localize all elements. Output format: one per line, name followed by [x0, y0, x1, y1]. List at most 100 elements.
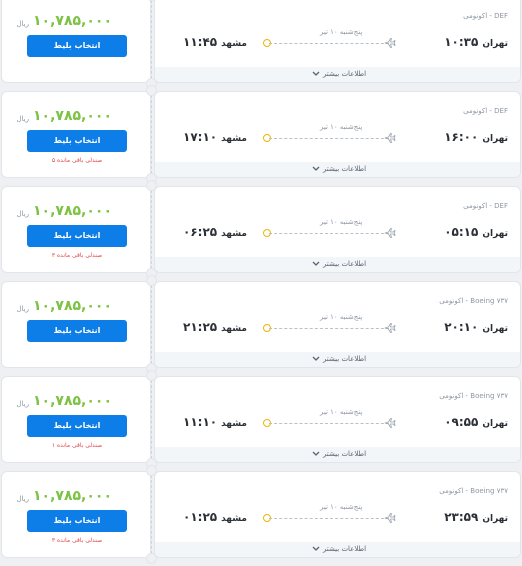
- departure: تهران۰۹:۵۵: [444, 415, 508, 429]
- route-line: [269, 43, 389, 44]
- arrival: مشهد۱۱:۴۵: [183, 35, 247, 49]
- flight-card: ریال ۱۰,۷۸۵,۰۰۰ انتخاب بلیط ۵ صندلی باقی…: [0, 85, 522, 184]
- arrival: مشهد۰۶:۲۵: [183, 225, 247, 239]
- select-ticket-button[interactable]: انتخاب بلیط: [27, 320, 127, 342]
- route-line: [269, 518, 389, 519]
- destination-city: مشهد: [221, 229, 247, 239]
- price-row: ریال ۱۰,۷۸۵,۰۰۰: [16, 294, 112, 314]
- flight-details[interactable]: Boeing ۷۳۷ - اکونومی تهران۰۹:۵۵ پنج‌شنبه…: [154, 376, 521, 463]
- aircraft-class: Boeing ۷۳۷ - اکونومی: [439, 487, 508, 495]
- ticket-price: ۱۰,۷۸۵,۰۰۰: [33, 298, 112, 314]
- route-line: [269, 233, 389, 234]
- price-panel: ریال ۱۰,۷۸۵,۰۰۰ انتخاب بلیط ۳ صندلی باقی…: [1, 186, 151, 273]
- more-info-toggle[interactable]: اطلاعات بیشتر: [155, 447, 520, 462]
- more-info-toggle[interactable]: اطلاعات بیشتر: [155, 67, 520, 82]
- flight-date: پنج‌شنبه ۱۰ تیر: [320, 313, 363, 321]
- select-ticket-button[interactable]: انتخاب بلیط: [27, 510, 127, 532]
- price-panel: ریال ۱۰,۷۸۵,۰۰۰ انتخاب بلیط ۱ صندلی باقی…: [1, 376, 151, 463]
- ticket-price: ۱۰,۷۸۵,۰۰۰: [33, 488, 112, 504]
- currency-label: ریال: [16, 210, 29, 218]
- flight-date: پنج‌شنبه ۱۰ تیر: [320, 408, 363, 416]
- aircraft-class: Boeing ۷۳۷ - اکونومی: [439, 392, 508, 400]
- arrival: مشهد۱۷:۱۰: [183, 130, 247, 144]
- remaining-seats: ۳ صندلی باقی مانده: [51, 537, 103, 544]
- flight-details[interactable]: Boeing ۷۳۷ - اکونومی تهران۲۰:۱۰ پنج‌شنبه…: [154, 281, 521, 368]
- select-ticket-button[interactable]: انتخاب بلیط: [27, 130, 127, 152]
- flight-date: پنج‌شنبه ۱۰ تیر: [320, 123, 363, 131]
- airplane-icon: [384, 228, 396, 238]
- currency-label: ریال: [16, 495, 29, 503]
- remaining-seats: ۱ صندلی باقی مانده: [51, 442, 103, 449]
- flight-card: ریال ۱۰,۷۸۵,۰۰۰ انتخاب بلیط ۱ صندلی باقی…: [0, 370, 522, 469]
- origin-city: تهران: [482, 134, 508, 144]
- departure: تهران۱۶:۰۰: [444, 130, 508, 144]
- select-ticket-button[interactable]: انتخاب بلیط: [27, 225, 127, 247]
- departure-time: ۰۵:۱۵: [444, 225, 479, 239]
- origin-city: تهران: [482, 514, 508, 524]
- departure: تهران۲۰:۱۰: [444, 320, 508, 334]
- origin-city: تهران: [482, 39, 508, 49]
- currency-label: ریال: [16, 20, 29, 28]
- aircraft-class: DEF - اکونومی: [463, 202, 508, 210]
- flight-details[interactable]: DEF - اکونومی تهران۰۵:۱۵ پنج‌شنبه ۱۰ تیر…: [154, 186, 521, 273]
- departure-time: ۲۳:۵۹: [444, 510, 479, 524]
- more-info-label: اطلاعات بیشتر: [322, 165, 367, 173]
- select-ticket-button[interactable]: انتخاب بلیط: [27, 415, 127, 437]
- airplane-icon: [384, 513, 396, 523]
- route-line: [269, 138, 389, 139]
- more-info-label: اطلاعات بیشتر: [322, 450, 367, 458]
- flight-card: ریال ۱۰,۷۸۵,۰۰۰ انتخاب بلیط ۳ صندلی باقی…: [0, 180, 522, 279]
- flight-details[interactable]: Boeing ۷۳۷ - اکونومی تهران۲۳:۵۹ پنج‌شنبه…: [154, 471, 521, 558]
- origin-city: تهران: [482, 229, 508, 239]
- arrival-time: ۰۶:۲۵: [183, 225, 218, 239]
- card-divider: [151, 285, 152, 364]
- flight-details[interactable]: DEF - اکونومی تهران۱۰:۳۵ پنج‌شنبه ۱۰ تیر…: [154, 0, 521, 83]
- airplane-icon: [384, 418, 396, 428]
- arrival-time: ۱۱:۱۰: [183, 415, 218, 429]
- aircraft-class: DEF - اکونومی: [463, 12, 508, 20]
- select-ticket-button[interactable]: انتخاب بلیط: [27, 35, 127, 57]
- destination-city: مشهد: [221, 419, 247, 429]
- flight-card: ریال ۱۰,۷۸۵,۰۰۰ انتخاب بلیط DEF - اکونوم…: [0, 0, 522, 89]
- remaining-seats: ۳ صندلی باقی مانده: [51, 252, 103, 259]
- flight-details[interactable]: DEF - اکونومی تهران۱۶:۰۰ پنج‌شنبه ۱۰ تیر…: [154, 91, 521, 178]
- departure: تهران۲۳:۵۹: [444, 510, 508, 524]
- arrival: مشهد۱۱:۱۰: [183, 415, 247, 429]
- more-info-toggle[interactable]: اطلاعات بیشتر: [155, 542, 520, 557]
- departure-time: ۱۶:۰۰: [444, 130, 479, 144]
- currency-label: ریال: [16, 400, 29, 408]
- arrival-time: ۱۷:۱۰: [183, 130, 218, 144]
- remaining-seats: ۵ صندلی باقی مانده: [51, 157, 103, 164]
- more-info-toggle[interactable]: اطلاعات بیشتر: [155, 162, 520, 177]
- price-panel: ریال ۱۰,۷۸۵,۰۰۰ انتخاب بلیط: [1, 281, 151, 368]
- departure-time: ۲۰:۱۰: [444, 320, 479, 334]
- price-row: ریال ۱۰,۷۸۵,۰۰۰: [16, 104, 112, 124]
- chevron-down-icon: [312, 166, 320, 171]
- card-divider: [151, 0, 152, 79]
- more-info-label: اطلاعات بیشتر: [322, 70, 367, 78]
- price-panel: ریال ۱۰,۷۸۵,۰۰۰ انتخاب بلیط ۳ صندلی باقی…: [1, 471, 151, 558]
- arrival-time: ۰۱:۲۵: [183, 510, 218, 524]
- chevron-down-icon: [312, 546, 320, 551]
- card-divider: [151, 95, 152, 174]
- price-panel: ریال ۱۰,۷۸۵,۰۰۰ انتخاب بلیط ۵ صندلی باقی…: [1, 91, 151, 178]
- departure-time: ۱۰:۳۵: [444, 35, 479, 49]
- more-info-label: اطلاعات بیشتر: [322, 260, 367, 268]
- price-row: ریال ۱۰,۷۸۵,۰۰۰: [16, 199, 112, 219]
- arrival: مشهد۲۱:۲۵: [183, 320, 247, 334]
- more-info-label: اطلاعات بیشتر: [322, 355, 367, 363]
- destination-city: مشهد: [221, 324, 247, 334]
- airplane-icon: [384, 323, 396, 333]
- origin-city: تهران: [482, 419, 508, 429]
- more-info-label: اطلاعات بیشتر: [322, 545, 367, 553]
- aircraft-class: DEF - اکونومی: [463, 107, 508, 115]
- route-line: [269, 328, 389, 329]
- ticket-price: ۱۰,۷۸۵,۰۰۰: [33, 203, 112, 219]
- destination-city: مشهد: [221, 514, 247, 524]
- more-info-toggle[interactable]: اطلاعات بیشتر: [155, 257, 520, 272]
- more-info-toggle[interactable]: اطلاعات بیشتر: [155, 352, 520, 367]
- destination-city: مشهد: [221, 134, 247, 144]
- currency-label: ریال: [16, 305, 29, 313]
- arrival-time: ۱۱:۴۵: [183, 35, 218, 49]
- chevron-down-icon: [312, 356, 320, 361]
